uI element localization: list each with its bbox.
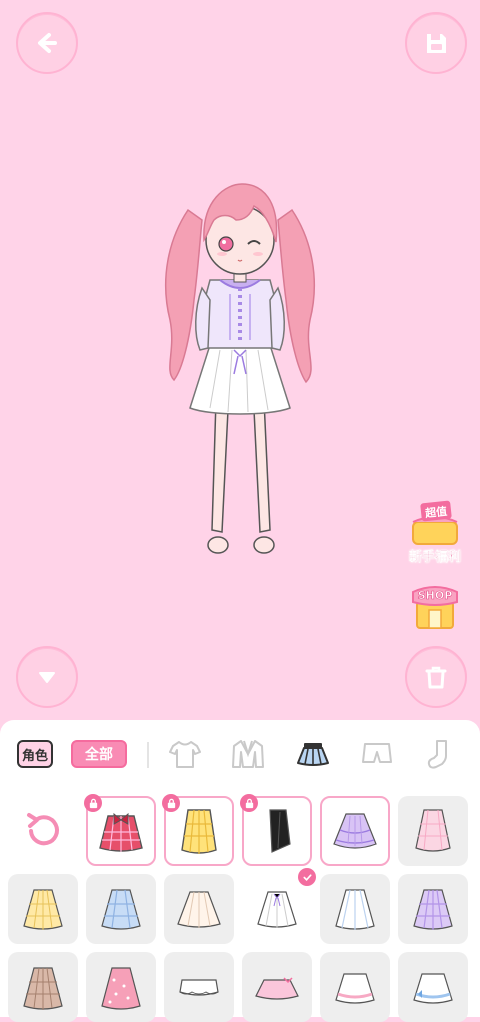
skirt-thumbnail	[255, 977, 299, 1000]
welfare-badge-text: 超值	[423, 504, 447, 520]
item-blue-ribbon-skirt[interactable]	[398, 952, 468, 1022]
item-white-pleated-skirt[interactable]	[320, 874, 390, 944]
pants-icon	[362, 743, 392, 763]
newbie-welfare-button[interactable]: 超值 新手福利	[405, 500, 465, 565]
item-blue-plaid-skirt[interactable]	[86, 874, 156, 944]
back-button[interactable]	[16, 12, 78, 74]
reset-button[interactable]	[14, 796, 72, 866]
skirt-thumbnail	[415, 809, 451, 852]
collapse-panel-button[interactable]	[16, 646, 78, 708]
delete-button[interactable]	[405, 646, 467, 708]
welfare-label: 新手福利	[408, 550, 461, 565]
trash-icon	[425, 666, 447, 689]
skirt-thumbnail	[333, 813, 377, 849]
item-yellow-gingham-skirt[interactable]	[8, 874, 78, 944]
dressup-stage: 超值 新手福利 SHOP	[0, 0, 480, 720]
category-tabs: 角色 全部	[0, 720, 480, 786]
gift-basket-icon: 超值	[412, 500, 458, 545]
jacket-icon	[232, 740, 264, 768]
item-pink-dot-skirt[interactable]	[86, 952, 156, 1022]
tab-socks[interactable]	[419, 736, 459, 772]
skirt-thumbnail	[269, 809, 291, 853]
item-white-skirt-selected[interactable]	[242, 868, 316, 944]
refresh-icon	[27, 813, 59, 846]
skirt-thumbnail	[335, 889, 375, 930]
tab-pants[interactable]	[357, 736, 397, 772]
wardrobe-panel: 角色 全部	[0, 720, 480, 1022]
back-arrow-icon	[38, 33, 57, 53]
skirt-thumbnail	[335, 973, 375, 1004]
character-figure	[164, 183, 316, 554]
shop-icon: SHOP	[412, 586, 458, 629]
item-cream-pleated-skirt[interactable]	[164, 874, 234, 944]
item-pink-bubble-skirt[interactable]	[242, 952, 312, 1022]
skirt-thumbnail	[179, 979, 219, 996]
skirt-thumbnail	[99, 812, 143, 852]
item-brown-plaid-skirt[interactable]	[8, 952, 78, 1022]
skirt-thumbnail	[181, 809, 217, 854]
item-red-plaid-skirt[interactable]	[84, 794, 156, 866]
lock-icon	[240, 794, 258, 812]
tab-tops[interactable]	[165, 736, 205, 772]
skirt-thumbnail	[23, 889, 63, 930]
item-pink-ruffle-skirt[interactable]	[320, 952, 390, 1022]
item-lavender-tiered-skirt[interactable]	[320, 796, 390, 866]
lock-icon	[162, 794, 180, 812]
skirt-thumbnail	[177, 891, 221, 928]
skirt-thumbnail	[23, 967, 63, 1010]
shop-button[interactable]: SHOP	[405, 578, 465, 630]
top-icon	[169, 741, 201, 768]
lock-icon	[84, 794, 102, 812]
item-black-pencil-skirt[interactable]	[240, 794, 312, 866]
item-pink-gingham-skirt[interactable]	[398, 796, 468, 866]
tab-skirts[interactable]	[293, 736, 333, 772]
chevron-down-icon	[39, 672, 55, 683]
check-icon	[298, 868, 316, 886]
skirt-thumbnail	[101, 967, 141, 1010]
item-purple-plaid-skirt[interactable]	[398, 874, 468, 944]
skirt-thumbnail	[413, 973, 453, 1004]
tab-all[interactable]: 全部	[71, 740, 127, 768]
shop-label: SHOP	[418, 589, 453, 602]
sock-icon	[427, 740, 447, 769]
save-button[interactable]	[405, 12, 467, 74]
skirt-icon	[297, 743, 329, 766]
tab-divider	[147, 742, 149, 768]
skirt-thumbnail	[413, 889, 453, 930]
save-icon	[427, 34, 446, 53]
skirt-thumbnail	[101, 889, 141, 930]
tab-role[interactable]: 角色	[17, 740, 53, 768]
tab-jackets[interactable]	[228, 736, 268, 772]
item-yellow-plaid-skirt[interactable]	[162, 794, 234, 866]
item-white-bloomers[interactable]	[164, 952, 234, 1022]
skirt-thumbnail	[257, 891, 297, 928]
